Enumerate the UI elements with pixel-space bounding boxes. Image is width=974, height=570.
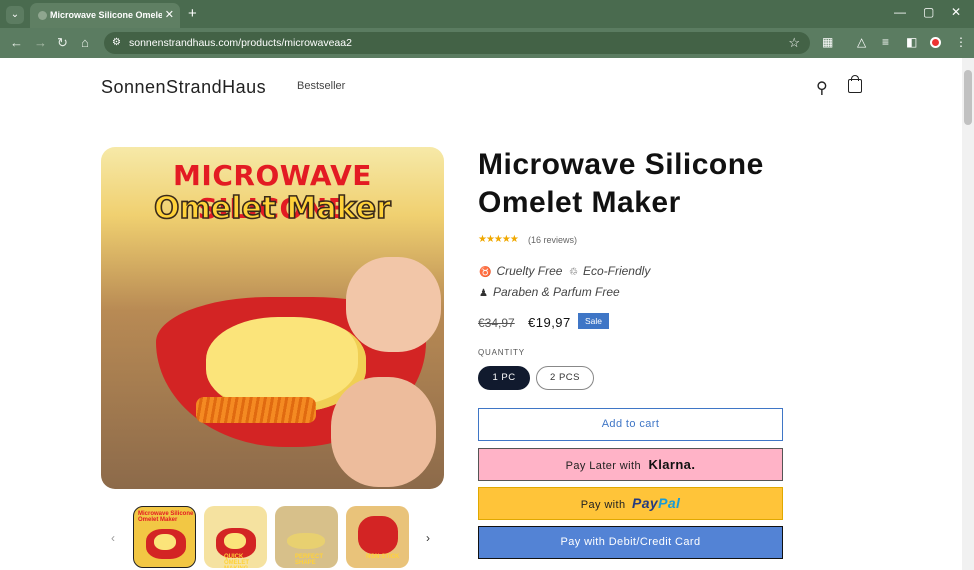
- maximize-button[interactable]: ▢: [923, 5, 934, 19]
- address-bar[interactable]: ⚙ sonnenstrandhaus.com/products/microwav…: [104, 32, 810, 54]
- add-to-cart-button[interactable]: Add to cart: [478, 408, 783, 441]
- tab-close-icon[interactable]: ✕: [165, 8, 174, 21]
- favicon-icon: [38, 11, 47, 20]
- search-icon[interactable]: ⚲: [816, 78, 828, 98]
- store-logo[interactable]: SonnenStrandHaus: [101, 77, 266, 98]
- feature-text: Eco-Friendly: [582, 264, 651, 278]
- browser-toolbar: ← → ↻ ⌂ ⚙ sonnenstrandhaus.com/products/…: [0, 28, 974, 58]
- product-title: Microwave Silicone Omelet Maker: [478, 148, 764, 219]
- web-page: SonnenStrandHaus Bestseller ⚲ MICROWAVE …: [0, 58, 962, 570]
- star-icon[interactable]: ☆: [788, 35, 800, 51]
- hand-graphic: [346, 257, 441, 352]
- url-text[interactable]: sonnenstrandhaus.com/products/microwavea…: [129, 37, 352, 49]
- regular-price: €34,97: [478, 316, 515, 330]
- carrot-graphic: [196, 397, 316, 423]
- paypal-logo-part-1: Pay: [631, 495, 659, 511]
- forward-arrow-icon[interactable]: →: [34, 35, 47, 50]
- chevron-left-icon[interactable]: ‹: [111, 531, 115, 545]
- puzzle-icon[interactable]: ▦: [822, 35, 833, 49]
- tab-search-button[interactable]: ⌄: [6, 6, 24, 24]
- paypal-button[interactable]: Pay with PayPal: [478, 487, 783, 520]
- back-arrow-icon[interactable]: ←: [10, 35, 23, 50]
- bunny-icon: ♉: [479, 267, 492, 278]
- klarna-button[interactable]: Pay Later with Klarna.: [478, 448, 783, 481]
- recycle-icon: ♲: [569, 267, 578, 278]
- image-subheadline: Omelet Maker: [153, 190, 392, 227]
- thumbnail-egg: [287, 533, 325, 549]
- product-main-image[interactable]: MICROWAVE SILICONE Omelet Maker: [101, 147, 444, 489]
- quantity-option-2pcs[interactable]: 2 PCS: [536, 366, 594, 390]
- scrollbar-thumb[interactable]: [964, 70, 972, 125]
- hand-graphic: [331, 377, 436, 487]
- thumbnail-bowl: [358, 516, 398, 554]
- minimize-button[interactable]: —: [894, 5, 906, 19]
- feature-text: Cruelty Free: [496, 264, 563, 278]
- kebab-menu-icon[interactable]: ⋮: [955, 35, 967, 49]
- rating-stars-icon: ★★★★★: [478, 234, 519, 245]
- nav-link-bestseller[interactable]: Bestseller: [297, 80, 345, 92]
- new-tab-button[interactable]: +: [188, 5, 197, 22]
- klarna-prefix: Pay Later with: [565, 460, 641, 472]
- sale-badge: Sale: [578, 313, 610, 329]
- tab-title: Microwave Silicone Omelet M...: [50, 10, 162, 20]
- close-window-button[interactable]: ✕: [951, 5, 961, 19]
- thumbnail-label: NON-STICK: [366, 554, 400, 560]
- klarna-logo: Klarna.: [648, 457, 696, 472]
- sale-price: €19,97: [528, 315, 571, 330]
- quantity-option-1pc[interactable]: 1 PC: [478, 366, 530, 390]
- feature-cruelty-free: ♉ Cruelty Free: [479, 264, 562, 278]
- reload-icon[interactable]: ↻: [57, 35, 68, 51]
- scrollbar[interactable]: [962, 58, 974, 570]
- thumbnail-egg: [224, 533, 246, 549]
- quantity-label: QUANTITY: [478, 348, 525, 357]
- tab-strip: ⌄ Microwave Silicone Omelet M... ✕ + — ▢…: [0, 0, 974, 28]
- thumbnail-1[interactable]: Microwave Silicone Omelet Maker: [133, 506, 196, 568]
- browser-tab[interactable]: Microwave Silicone Omelet M... ✕: [30, 3, 180, 28]
- site-info-icon[interactable]: ⚙: [112, 37, 121, 48]
- thumbnail-egg: [154, 534, 176, 550]
- thumbnail-label: QUICK OMELET MAKING: [224, 554, 249, 568]
- flask-icon: ♟: [479, 288, 488, 299]
- thumbnail-3[interactable]: PERFECT SHAPE: [275, 506, 338, 568]
- cart-icon[interactable]: [848, 75, 862, 93]
- paypal-prefix: Pay with: [580, 499, 626, 511]
- paypal-logo-part-2: Pal: [658, 495, 681, 511]
- pay-with-card-button[interactable]: Pay with Debit/Credit Card: [478, 526, 783, 559]
- home-icon[interactable]: ⌂: [81, 35, 89, 50]
- playlist-icon[interactable]: ≡: [882, 35, 889, 49]
- feature-paraben-free: ♟ Paraben & Parfum Free: [479, 285, 620, 299]
- chevron-right-icon[interactable]: ›: [426, 531, 430, 545]
- feature-text: Paraben & Parfum Free: [492, 285, 620, 299]
- thumbnail-2[interactable]: QUICK OMELET MAKING: [204, 506, 267, 568]
- review-count[interactable]: (16 reviews): [528, 235, 577, 245]
- profile-avatar[interactable]: [930, 37, 941, 48]
- thumbnail-label: PERFECT SHAPE: [295, 554, 324, 566]
- feature-eco-friendly: ♲ Eco-Friendly: [569, 264, 650, 278]
- thumbnail-4[interactable]: NON-STICK: [346, 506, 409, 568]
- thumbnail-label: Microwave Silicone Omelet Maker: [138, 511, 194, 523]
- sidepanel-icon[interactable]: ◧: [906, 35, 917, 49]
- flask-icon[interactable]: △: [857, 35, 866, 49]
